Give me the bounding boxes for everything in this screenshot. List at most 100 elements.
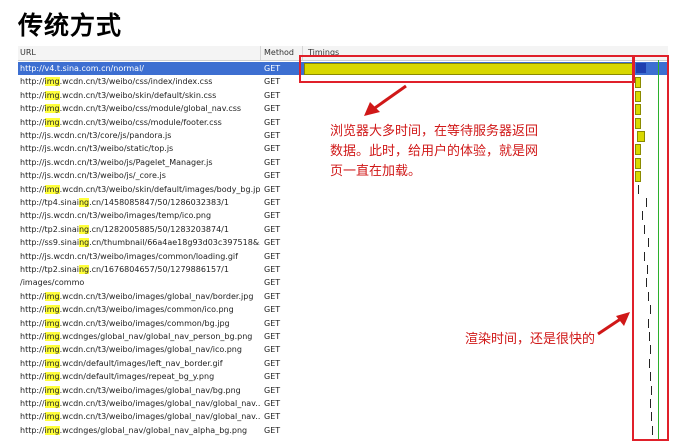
url-text: .cn/thumbnail/66a4ae18g93d03c397518&... (89, 238, 260, 248)
table-row[interactable]: http://img.wcdn/default/images/repeat_bg… (18, 370, 668, 383)
request-method: GET (264, 64, 281, 73)
annotation-line: 浏览器大多时间，在等待服务器返回 (330, 124, 539, 139)
table-row[interactable]: http://img.wcdn.cn/t3/weibo/images/globa… (18, 384, 668, 397)
request-method: GET (264, 104, 281, 114)
request-url: http://img.wcdnges/global_nav/global_nav… (20, 424, 260, 437)
request-url: http://img.wcdnges/global_nav/global_nav… (20, 330, 260, 343)
url-text: .wcdn.cn/t3/weibo/images/common/bg.jpg (59, 318, 230, 328)
request-method: GET (264, 305, 281, 315)
table-row[interactable]: http://img.wcdn.cn/t3/weibo/skin/default… (18, 89, 668, 102)
request-method: GET (264, 399, 281, 408)
url-text: .wcdn.cn/t3/weibo/css/module/footer.css (59, 117, 222, 127)
annotation-line: 数据。此时，给用户的体验，就是网 (330, 144, 539, 159)
request-method: GET (264, 90, 281, 100)
request-method: GET (264, 251, 281, 261)
request-url: http://ss9.sinaing.cn/thumbnail/66a4ae18… (20, 236, 260, 249)
table-row[interactable]: http://tp2.sinaing.cn/1676804657/50/1279… (18, 263, 668, 276)
request-url: http://tp2.sinaing.cn/1676804657/50/1279… (20, 263, 260, 276)
url-text: /images/commo (20, 278, 85, 288)
url-text: http://ss9.sinai (20, 238, 80, 248)
request-method: GET (264, 291, 281, 301)
request-url: http://img.wcdn.cn/t3/weibo/css/module/g… (20, 102, 260, 115)
column-url[interactable]: URL (20, 48, 36, 57)
request-method: GET (264, 412, 281, 422)
request-method: GET (264, 144, 281, 154)
network-panel: URL Method Timings http://v4.t.sina.com.… (18, 46, 668, 440)
table-row[interactable]: http://img.wcdnges/global_nav/global_nav… (18, 424, 668, 437)
url-highlight: ng (79, 238, 90, 248)
table-row[interactable]: http://tp4.sinaing.cn/1458085847/50/1286… (18, 196, 668, 209)
request-method: GET (264, 238, 281, 248)
url-text: http:// (20, 425, 45, 435)
request-url: /images/commo (20, 276, 260, 289)
table-row[interactable]: http://tp2.sinaing.cn/1282005885/50/1283… (18, 223, 668, 236)
table-row[interactable]: /images/commo GET (18, 276, 668, 289)
url-highlight: img (44, 291, 60, 301)
request-url: http://js.wcdn.cn/t3/core/js/pandora.js (20, 129, 260, 142)
url-text: .wcdn.cn/t3/weibo/css/module/global_nav.… (59, 104, 242, 114)
table-row[interactable]: http://img.wcdn.cn/t3/weibo/images/globa… (18, 290, 668, 303)
table-row[interactable]: http://js.wcdn.cn/t3/weibo/images/common… (18, 250, 668, 263)
url-text: .wcdn/default/images/repeat_bg_y.png (59, 372, 215, 382)
server-wait-annotation: 浏览器大多时间，在等待服务器返回 数据。此时，给用户的体验，就是网 页一直在加载… (330, 122, 538, 182)
request-url: http://img.wcdn.cn/t3/weibo/skin/default… (20, 183, 260, 196)
request-url: http://img.wcdn.cn/t3/weibo/images/commo… (20, 317, 260, 330)
url-text: http:// (20, 318, 45, 328)
request-url: http://img.wcdn/default/images/repeat_bg… (20, 370, 260, 383)
url-highlight: img (44, 104, 60, 114)
url-highlight: ng (78, 198, 90, 207)
request-url: http://js.wcdn.cn/t3/weibo/images/common… (20, 250, 260, 263)
request-url: http://js.wcdn.cn/t3/weibo/static/top.js (20, 142, 260, 155)
request-method: GET (264, 157, 281, 167)
url-text: http:// (20, 117, 45, 127)
url-text: http:// (20, 399, 45, 408)
url-text: http:// (20, 305, 45, 315)
request-method: GET (264, 171, 281, 181)
url-text: .cn/1676804657/50/1279886157/1 (89, 265, 229, 274)
url-text: http://js.wcdn.cn/t3/weibo/images/temp/i… (20, 211, 212, 221)
url-text: .wcdn.cn/t3/weibo/images/global_nav/glob… (59, 399, 260, 408)
request-method: GET (264, 318, 281, 328)
table-row[interactable]: http://img.wcdn.cn/t3/weibo/skin/default… (18, 183, 668, 196)
url-text: http://js.wcdn.cn/t3/weibo/images/common… (20, 251, 238, 261)
url-highlight: img (44, 318, 60, 328)
table-row[interactable]: http://img.wcdn.cn/t3/weibo/images/globa… (18, 397, 668, 410)
url-highlight: img (44, 117, 60, 127)
render-annotation: 渲染时间，还是很快的 (465, 332, 596, 347)
table-row[interactable]: http://img.wcdn.cn/t3/weibo/images/commo… (18, 317, 668, 330)
request-method: GET (264, 184, 281, 194)
url-highlight: ng (78, 265, 90, 274)
table-row[interactable]: http://img.wcdn.cn/t3/weibo/images/commo… (18, 303, 668, 316)
url-highlight: img (44, 372, 60, 382)
server-wait-highlight-box (299, 55, 635, 83)
url-text: http:// (20, 104, 45, 114)
request-url: http://img.wcdn.cn/t3/weibo/images/globa… (20, 397, 260, 410)
arrow-icon (597, 312, 630, 336)
request-url: http://img.wcdn.cn/t3/weibo/images/commo… (20, 303, 260, 316)
request-method: GET (264, 332, 281, 341)
request-url: http://img.wcdn.cn/t3/weibo/images/globa… (20, 290, 260, 303)
table-row[interactable]: http://img.wcdn/default/images/left_nav_… (18, 357, 668, 370)
request-url: http://img.wcdn.cn/t3/weibo/images/globa… (20, 384, 260, 397)
url-text: http://js.wcdn.cn/t3/core/js/pandora.js (20, 131, 172, 140)
url-text: http:// (20, 345, 45, 355)
table-row[interactable]: http://js.wcdn.cn/t3/weibo/images/temp/i… (18, 209, 668, 222)
url-text: http:// (20, 412, 45, 422)
request-url: http://js.wcdn.cn/t3/weibo/images/temp/i… (20, 209, 260, 222)
url-text: http://js.wcdn.cn/t3/weibo/static/top.js (20, 144, 174, 154)
url-text: .wcdn/default/images/left_nav_border.gif (59, 358, 223, 368)
table-row[interactable]: http://img.wcdn.cn/t3/weibo/images/globa… (18, 410, 668, 423)
table-row[interactable]: http://ss9.sinaing.cn/thumbnail/66a4ae18… (18, 236, 668, 249)
url-highlight: img (44, 399, 60, 408)
url-text: .wcdnges/global_nav/global_nav_person_bg… (59, 332, 253, 341)
table-row[interactable]: http://img.wcdn.cn/t3/weibo/css/module/g… (18, 102, 668, 115)
url-text: .wcdn.cn/t3/weibo/images/global_nav/bg.p… (59, 385, 241, 395)
request-method: GET (264, 77, 281, 87)
request-method: GET (264, 117, 281, 127)
url-text: http://js.wcdn.cn/t3/weibo/js/Pagelet_Ma… (20, 157, 213, 167)
page-title: 传统方式 (18, 11, 123, 40)
request-method: GET (264, 211, 281, 221)
request-url: http://v4.t.sina.com.cn/normal/ (20, 62, 260, 75)
url-text: http://js.wcdn.cn/t3/weibo/js/_core.js (20, 171, 166, 181)
column-method[interactable]: Method (264, 48, 294, 57)
